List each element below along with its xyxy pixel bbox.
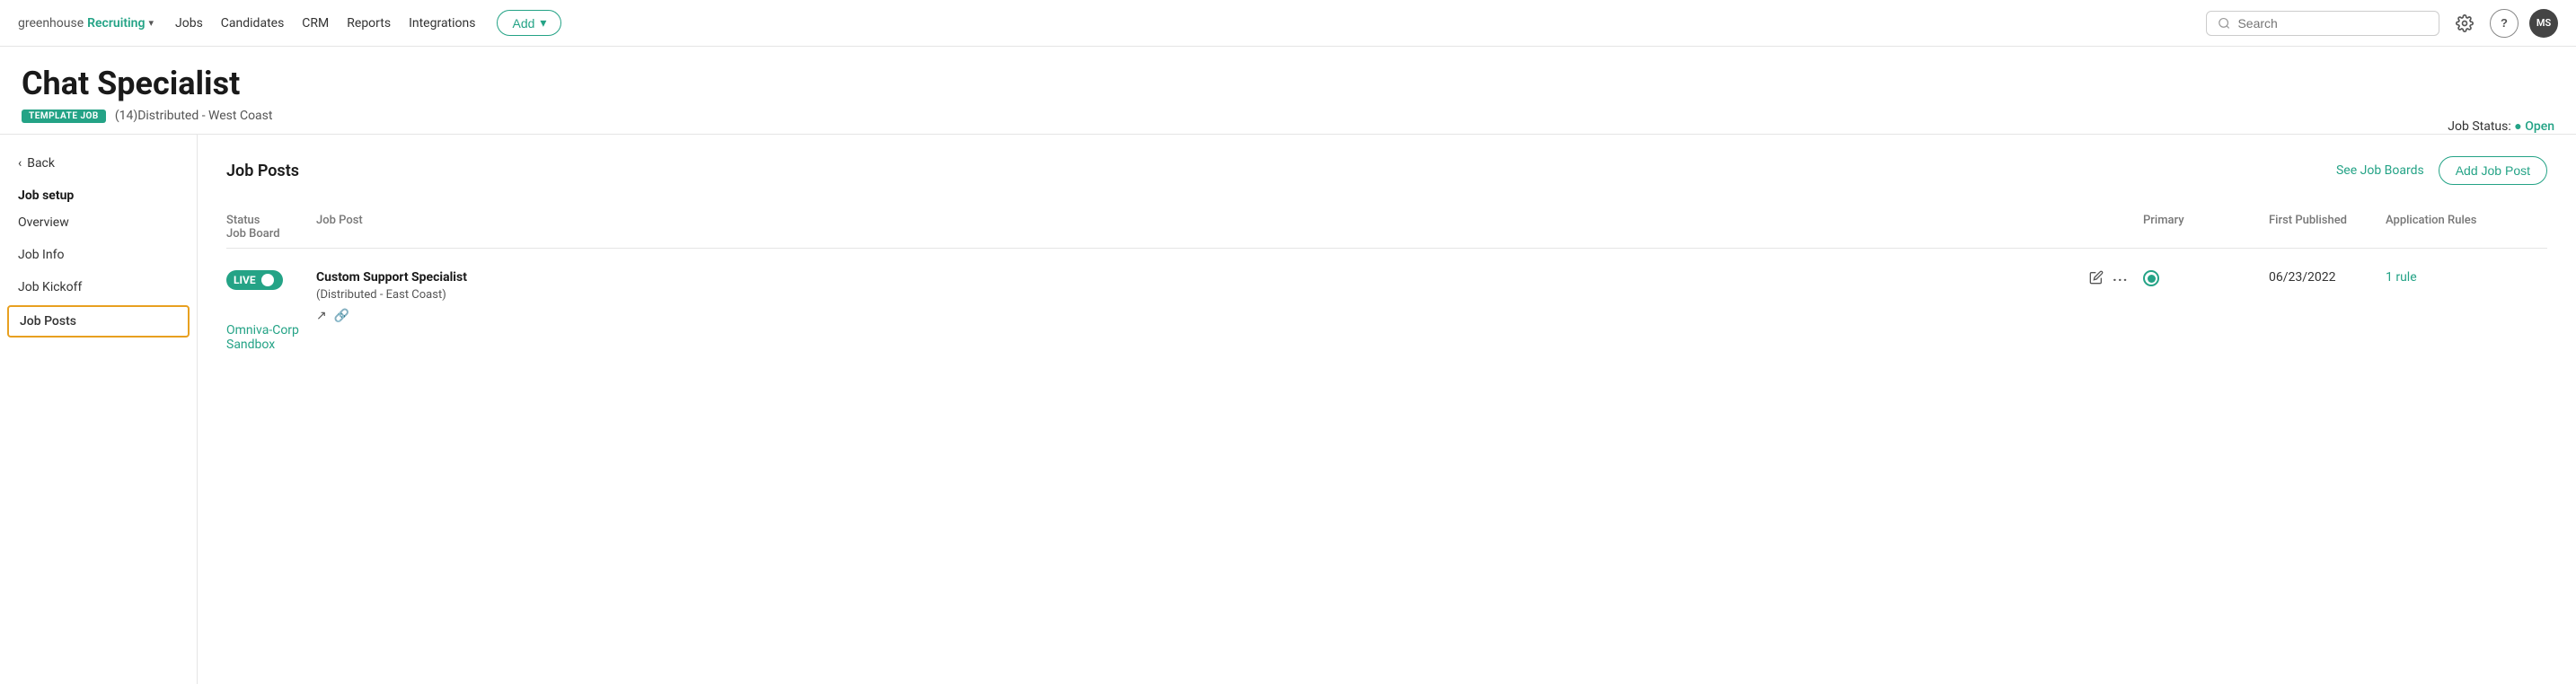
see-job-boards-link[interactable]: See Job Boards — [2336, 163, 2424, 178]
more-options-icon[interactable]: ··· — [2113, 271, 2128, 288]
nav-candidates[interactable]: Candidates — [221, 16, 285, 31]
page-header: Chat Specialist TEMPLATE JOB (14)Distrib… — [0, 47, 2576, 135]
avatar[interactable]: MS — [2529, 9, 2558, 38]
col-primary: Primary — [2143, 214, 2269, 227]
sidebar-item-job-info[interactable]: Job Info — [0, 239, 197, 271]
job-status: Job Status: ● Open — [2448, 118, 2554, 134]
nav-right: ? MS — [2206, 9, 2558, 38]
sidebar-item-overview[interactable]: Overview — [0, 206, 197, 239]
add-chevron-icon: ▾ — [540, 15, 546, 31]
job-location: (14)Distributed - West Coast — [115, 109, 273, 123]
link-icon[interactable]: 🔗 — [334, 309, 349, 323]
primary-cell — [2143, 270, 2269, 286]
search-input[interactable] — [2237, 16, 2428, 31]
back-arrow-icon: ‹ — [18, 156, 22, 171]
add-job-post-button[interactable]: Add Job Post — [2439, 156, 2547, 185]
job-status-label: Job Status: — [2448, 119, 2510, 134]
layout: ‹ Back Job setup Overview Job Info Job K… — [0, 135, 2576, 684]
table-header: Status Job Post Primary First Published … — [226, 206, 2547, 249]
nav-reports[interactable]: Reports — [347, 16, 391, 31]
sidebar-item-job-posts[interactable]: Job Posts — [7, 305, 190, 338]
job-post-name: Custom Support Specialist — [316, 270, 2089, 285]
row-actions: ··· — [2089, 270, 2143, 288]
primary-radio-inner — [2148, 275, 2156, 283]
logo[interactable]: greenhouse Recruiting ▾ — [18, 16, 154, 31]
logo-chevron: ▾ — [148, 17, 154, 29]
main-content: Job Posts See Job Boards Add Job Post St… — [198, 135, 2576, 684]
edit-icon[interactable] — [2089, 270, 2104, 288]
template-badge: TEMPLATE JOB — [22, 110, 106, 123]
job-post-location: (Distributed - East Coast) — [316, 288, 2089, 302]
job-post-icons: ↗ 🔗 — [316, 309, 2089, 323]
logo-greenhouse: greenhouse — [18, 16, 84, 31]
nav-crm[interactable]: CRM — [302, 16, 329, 31]
job-board-link[interactable]: Omniva-Corp Sandbox — [226, 323, 299, 352]
col-job-post: Job Post — [316, 214, 2089, 227]
top-nav: greenhouse Recruiting ▾ Jobs Candidates … — [0, 0, 2576, 47]
header-actions: See Job Boards Add Job Post — [2336, 156, 2547, 185]
app-rules-link[interactable]: 1 rule — [2386, 270, 2417, 285]
sidebar: ‹ Back Job setup Overview Job Info Job K… — [0, 135, 198, 684]
col-app-rules: Application Rules — [2386, 214, 2547, 227]
toggle-circle-icon — [261, 274, 274, 286]
sidebar-section-label: Job setup — [0, 178, 197, 206]
col-job-board: Job Board — [226, 227, 316, 241]
settings-button[interactable] — [2450, 9, 2479, 38]
nav-integrations[interactable]: Integrations — [409, 16, 475, 31]
status-cell: LIVE — [226, 270, 316, 290]
back-label: Back — [27, 156, 55, 171]
first-published-value: 06/23/2022 — [2269, 270, 2336, 285]
col-status: Status — [226, 214, 316, 227]
job-status-value: Open — [2525, 119, 2554, 134]
logo-recruiting: Recruiting — [87, 16, 145, 31]
gear-icon — [2456, 14, 2474, 32]
search-box[interactable] — [2206, 11, 2439, 36]
page-title: Chat Specialist — [22, 65, 2554, 103]
first-published-cell: 06/23/2022 — [2269, 270, 2386, 285]
col-first-published: First Published — [2269, 214, 2386, 227]
search-icon — [2218, 16, 2230, 31]
job-post-cell: Custom Support Specialist (Distributed -… — [316, 270, 2089, 323]
live-label: LIVE — [234, 274, 256, 286]
nav-jobs[interactable]: Jobs — [175, 16, 203, 31]
external-link-icon[interactable]: ↗ — [316, 309, 327, 323]
app-rules-cell: 1 rule — [2386, 270, 2547, 285]
page-header-wrap: Chat Specialist TEMPLATE JOB (14)Distrib… — [0, 47, 2576, 135]
help-button[interactable]: ? — [2490, 9, 2519, 38]
col-actions — [2089, 214, 2143, 227]
sidebar-item-job-kickoff[interactable]: Job Kickoff — [0, 271, 197, 303]
primary-radio[interactable] — [2143, 270, 2159, 286]
back-button[interactable]: ‹ Back — [0, 149, 197, 178]
add-button[interactable]: Add ▾ — [497, 10, 561, 36]
section-header: Job Posts See Job Boards Add Job Post — [226, 156, 2547, 185]
status-dot-icon: ● — [2514, 119, 2521, 134]
job-board-cell: Omniva-Corp Sandbox — [226, 323, 316, 352]
section-title: Job Posts — [226, 162, 299, 180]
add-label: Add — [512, 16, 534, 31]
header-meta: TEMPLATE JOB (14)Distributed - West Coas… — [22, 109, 2554, 123]
nav-links: Jobs Candidates CRM Reports Integrations — [175, 16, 475, 31]
table-row: LIVE Custom Support Specialist (Distribu… — [226, 256, 2547, 366]
live-toggle[interactable]: LIVE — [226, 270, 283, 290]
